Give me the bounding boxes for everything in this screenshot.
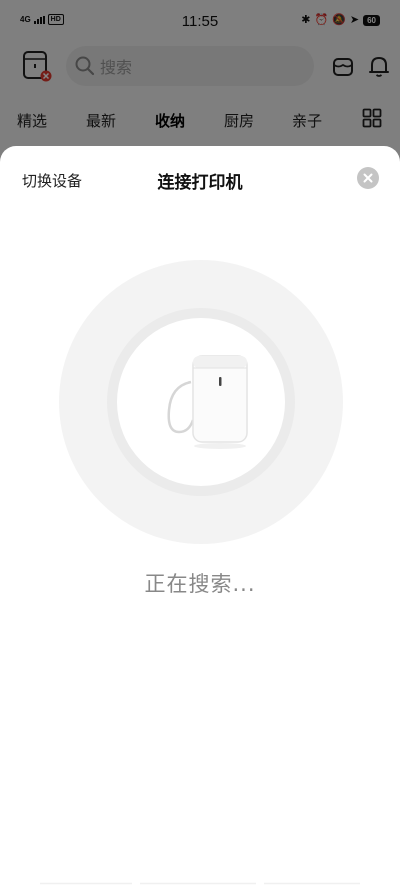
bottom-dividers <box>40 882 360 885</box>
searching-animation <box>59 260 343 544</box>
searching-status: 正在搜索... <box>144 572 256 596</box>
connect-printer-sheet: 切换设备 连接打印机 正在搜索... <box>0 146 400 889</box>
switch-device-button[interactable]: 切换设备 <box>22 170 82 191</box>
search-ring <box>107 308 295 496</box>
close-button[interactable] <box>357 167 379 189</box>
printer-illustration <box>153 348 253 458</box>
printer-illustration-backdrop <box>117 318 285 486</box>
close-icon <box>363 173 373 183</box>
